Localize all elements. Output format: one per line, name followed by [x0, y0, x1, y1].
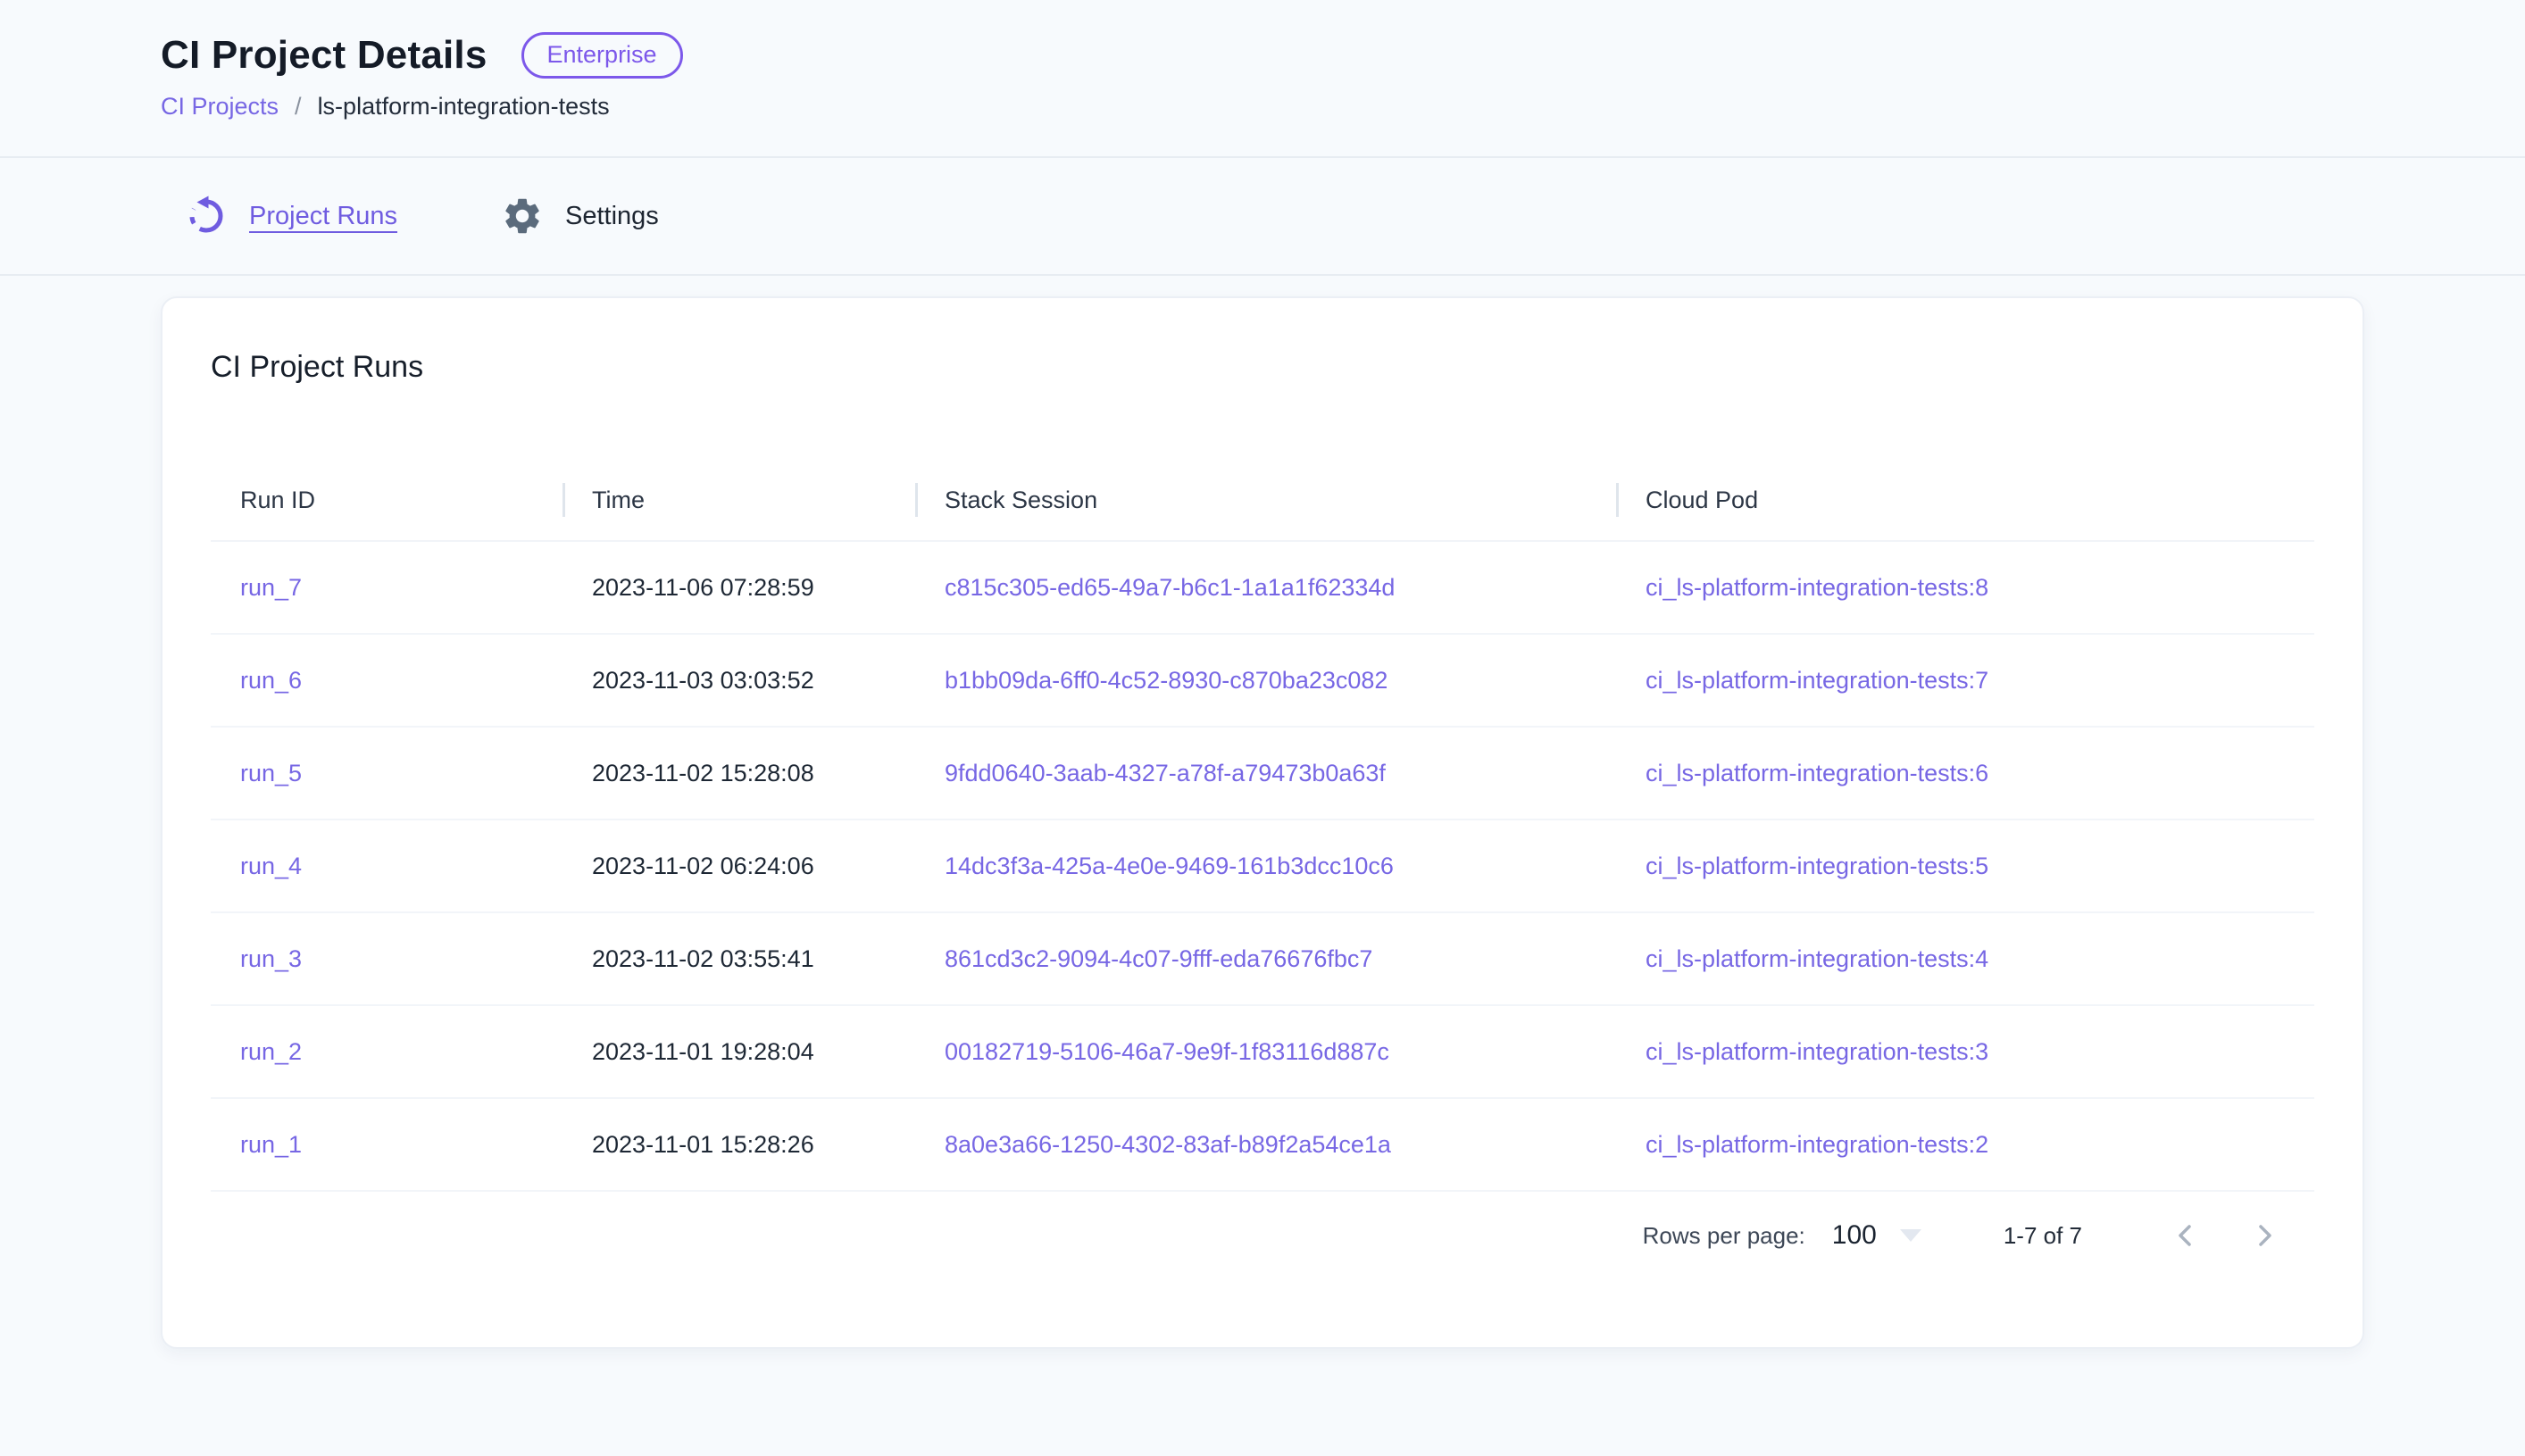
page: CI Project Details Enterprise CI Project… — [0, 0, 2525, 1456]
stack-session-link[interactable]: b1bb09da-6ff0-4c52-8930-c870ba23c082 — [945, 667, 1388, 694]
cloud-pod-link[interactable]: ci_ls-platform-integration-tests:6 — [1646, 760, 1988, 786]
cloud-pod-link[interactable]: ci_ls-platform-integration-tests:4 — [1646, 945, 1988, 972]
breadcrumb-link-ci-projects[interactable]: CI Projects — [161, 93, 279, 121]
pagination-range: 1-7 of 7 — [2004, 1222, 2082, 1250]
stack-session-link[interactable]: 861cd3c2-9094-4c07-9fff-eda76676fbc7 — [945, 945, 1372, 972]
column-header-time: Time — [562, 487, 915, 514]
run-id-link[interactable]: run_6 — [240, 667, 302, 694]
tab-project-runs[interactable]: Project Runs — [185, 195, 397, 237]
content: CI Project Runs Run ID Time Stack Sessio… — [0, 276, 2525, 1349]
table-row: run_5 2023-11-02 15:28:08 9fdd0640-3aab-… — [211, 728, 2314, 820]
tab-project-runs-label: Project Runs — [249, 202, 397, 231]
column-header-cloud-pod: Cloud Pod — [1616, 487, 2318, 514]
chevron-down-icon — [1900, 1229, 1921, 1242]
cloud-pod-link[interactable]: ci_ls-platform-integration-tests:7 — [1646, 667, 1988, 694]
cloud-pod-link[interactable]: ci_ls-platform-integration-tests:8 — [1646, 574, 1988, 601]
page-header: CI Project Details Enterprise CI Project… — [0, 0, 2525, 158]
stack-session-link[interactable]: 14dc3f3a-425a-4e0e-9469-161b3dcc10c6 — [945, 853, 1394, 879]
tab-settings-label: Settings — [565, 202, 659, 231]
stack-session-link[interactable]: 8a0e3a66-1250-4302-83af-b89f2a54ce1a — [945, 1131, 1391, 1158]
tab-bar: Project Runs Settings — [0, 158, 2525, 276]
run-time: 2023-11-01 15:28:26 — [562, 1131, 915, 1159]
table-row: run_7 2023-11-06 07:28:59 c815c305-ed65-… — [211, 542, 2314, 635]
breadcrumb-current: ls-platform-integration-tests — [318, 93, 610, 121]
table-body: run_7 2023-11-06 07:28:59 c815c305-ed65-… — [211, 542, 2314, 1192]
run-time: 2023-11-03 03:03:52 — [562, 667, 915, 695]
card-title: CI Project Runs — [211, 350, 2314, 385]
chevron-right-icon — [2246, 1218, 2282, 1253]
pagination: Rows per page: 100 1-7 of 7 — [211, 1203, 2314, 1268]
previous-page-button[interactable] — [2168, 1218, 2204, 1253]
column-header-run-id: Run ID — [211, 487, 562, 514]
run-id-link[interactable]: run_5 — [240, 760, 302, 786]
run-id-link[interactable]: run_7 — [240, 574, 302, 601]
run-time: 2023-11-01 19:28:04 — [562, 1038, 915, 1066]
run-time: 2023-11-02 06:24:06 — [562, 853, 915, 880]
rotate-left-icon — [185, 195, 228, 237]
stack-session-link[interactable]: 9fdd0640-3aab-4327-a78f-a79473b0a63f — [945, 760, 1386, 786]
gear-icon — [501, 195, 544, 237]
chevron-left-icon — [2168, 1218, 2204, 1253]
ci-project-runs-card: CI Project Runs Run ID Time Stack Sessio… — [161, 296, 2364, 1349]
cloud-pod-link[interactable]: ci_ls-platform-integration-tests:5 — [1646, 853, 1988, 879]
stack-session-link[interactable]: 00182719-5106-46a7-9e9f-1f83116d887c — [945, 1038, 1389, 1065]
breadcrumb: CI Projects / ls-platform-integration-te… — [161, 93, 2525, 121]
run-time: 2023-11-02 03:55:41 — [562, 945, 915, 973]
run-time: 2023-11-06 07:28:59 — [562, 574, 915, 602]
table-row: run_1 2023-11-01 15:28:26 8a0e3a66-1250-… — [211, 1099, 2314, 1192]
table-row: run_3 2023-11-02 03:55:41 861cd3c2-9094-… — [211, 913, 2314, 1006]
column-header-stack-session: Stack Session — [915, 487, 1616, 514]
rows-per-page-label: Rows per page: — [1643, 1222, 1805, 1250]
table-row: run_6 2023-11-03 03:03:52 b1bb09da-6ff0-… — [211, 635, 2314, 728]
page-title: CI Project Details — [161, 33, 488, 78]
runs-table: Run ID Time Stack Session Cloud Pod run_… — [211, 460, 2314, 1192]
run-id-link[interactable]: run_3 — [240, 945, 302, 972]
run-time: 2023-11-02 15:28:08 — [562, 760, 915, 787]
table-row: run_4 2023-11-02 06:24:06 14dc3f3a-425a-… — [211, 820, 2314, 913]
table-row: run_2 2023-11-01 19:28:04 00182719-5106-… — [211, 1006, 2314, 1099]
rows-per-page-select[interactable]: 100 — [1832, 1220, 1921, 1251]
breadcrumb-separator: / — [295, 93, 302, 121]
next-page-button[interactable] — [2246, 1218, 2282, 1253]
run-id-link[interactable]: run_4 — [240, 853, 302, 879]
cloud-pod-link[interactable]: ci_ls-platform-integration-tests:3 — [1646, 1038, 1988, 1065]
run-id-link[interactable]: run_2 — [240, 1038, 302, 1065]
enterprise-badge: Enterprise — [521, 32, 683, 79]
cloud-pod-link[interactable]: ci_ls-platform-integration-tests:2 — [1646, 1131, 1988, 1158]
rows-per-page-value: 100 — [1832, 1220, 1877, 1251]
tab-settings[interactable]: Settings — [501, 195, 659, 237]
table-header-row: Run ID Time Stack Session Cloud Pod — [211, 460, 2314, 542]
run-id-link[interactable]: run_1 — [240, 1131, 302, 1158]
title-row: CI Project Details Enterprise — [161, 32, 2525, 79]
stack-session-link[interactable]: c815c305-ed65-49a7-b6c1-1a1a1f62334d — [945, 574, 1395, 601]
